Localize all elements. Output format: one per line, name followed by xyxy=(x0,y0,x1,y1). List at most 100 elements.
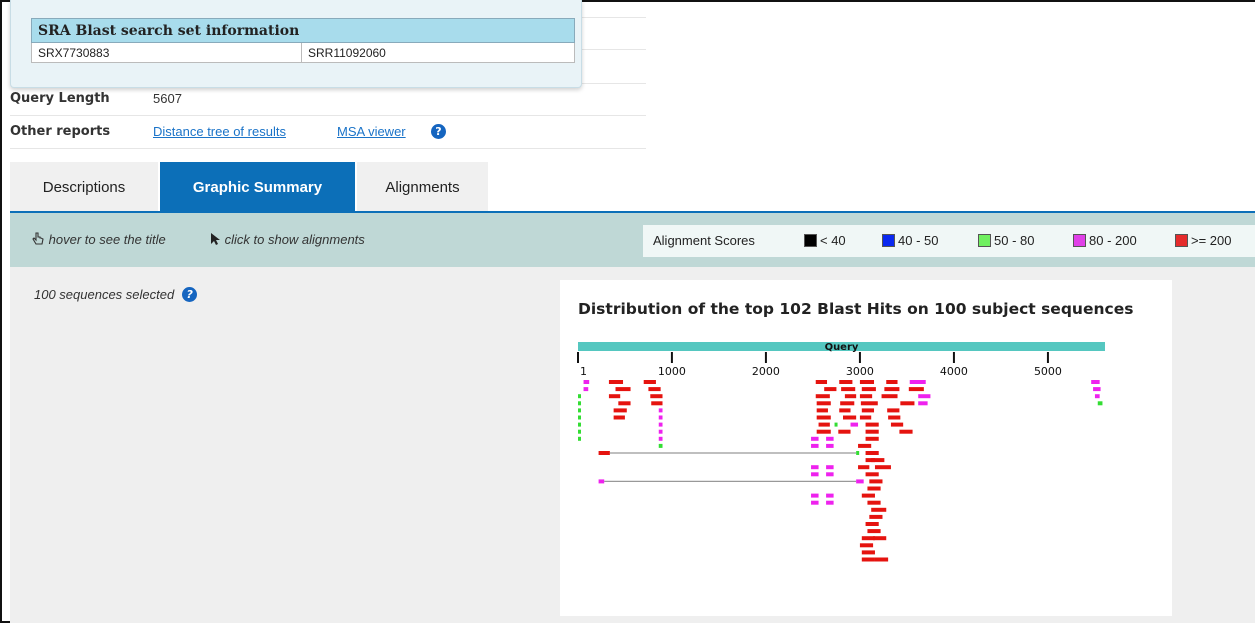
hit-segment xyxy=(643,380,656,384)
hit-segment xyxy=(834,422,838,427)
hover-hint-text: hover to see the title xyxy=(48,232,166,247)
hit-segment xyxy=(811,500,819,505)
legend-item-lt40: < 40 xyxy=(804,233,846,248)
hit-segment xyxy=(908,387,924,392)
hit-segment xyxy=(578,429,581,434)
hit-segment xyxy=(658,436,663,441)
hit-segment xyxy=(858,465,870,470)
hit-segment xyxy=(608,394,621,399)
hit-segment xyxy=(865,451,879,455)
hit-segment xyxy=(615,387,631,392)
hit-segment xyxy=(861,550,875,555)
other-reports-label: Other reports xyxy=(10,124,111,139)
help-icon[interactable]: ? xyxy=(182,287,198,302)
hit-segment xyxy=(658,415,663,420)
hit-segment xyxy=(918,401,928,406)
hit-segment xyxy=(900,401,915,406)
msa-viewer-link[interactable]: MSA viewer xyxy=(337,124,406,139)
tab-graphic-summary[interactable]: Graphic Summary xyxy=(160,162,355,212)
hit-segment xyxy=(650,394,663,399)
hit-segment xyxy=(869,514,883,519)
hit-segment xyxy=(861,408,875,413)
hit-segment xyxy=(867,500,881,505)
hit-segment xyxy=(865,422,879,427)
divider xyxy=(10,115,646,116)
hit-segment xyxy=(861,493,875,498)
hit-segment xyxy=(1093,387,1101,392)
hit-segment xyxy=(841,387,856,392)
hit-segment xyxy=(859,380,875,384)
hit-segment xyxy=(826,472,834,477)
hit-segment xyxy=(858,443,872,448)
hit-segment xyxy=(850,422,859,427)
selection-status: 100 sequences selected ? xyxy=(34,287,198,302)
hit-segment xyxy=(816,429,831,434)
hit-segment xyxy=(816,401,831,406)
hit-segment xyxy=(899,429,913,434)
hit-segment xyxy=(815,394,830,399)
hit-segment xyxy=(887,408,900,413)
legend-swatch xyxy=(1175,234,1188,247)
hit-segment xyxy=(816,415,831,420)
hit-segment xyxy=(865,522,879,526)
hit-segment xyxy=(578,415,581,420)
hit-segment xyxy=(840,401,855,406)
hit-segment xyxy=(873,536,887,541)
hit-segment xyxy=(578,422,581,427)
graphic-title: Distribution of the top 102 Blast Hits o… xyxy=(578,300,1134,318)
hit-segment xyxy=(861,557,875,562)
hit-segment xyxy=(1094,394,1100,399)
axis-tick-label: 3000 xyxy=(846,365,874,378)
hit-segment xyxy=(815,380,828,384)
hit-segment xyxy=(859,543,874,548)
hit-segment xyxy=(811,493,819,498)
hit-segment xyxy=(811,465,819,470)
distance-tree-link[interactable]: Distance tree of results xyxy=(153,124,286,139)
hit-segment xyxy=(583,380,590,384)
legend-swatch xyxy=(978,234,991,247)
hit-segment xyxy=(886,380,898,384)
query-label: Query xyxy=(825,342,859,353)
hit-segment xyxy=(844,394,857,399)
query-length-value: 5607 xyxy=(153,91,182,106)
hit-segment xyxy=(826,443,834,448)
hit-segment xyxy=(909,380,926,384)
hit-segment xyxy=(613,415,625,420)
hit-segment xyxy=(658,443,663,448)
hit-segment xyxy=(598,451,610,455)
legend-item-50-80: 50 - 80 xyxy=(978,233,1034,248)
sra-experiment-id: SRX7730883 xyxy=(31,42,302,63)
click-hint-text: click to show alignments xyxy=(224,232,365,247)
tab-descriptions[interactable]: Descriptions xyxy=(10,162,158,212)
hit-segment xyxy=(859,415,872,420)
hit-segment xyxy=(869,479,883,484)
legend-label: >= 200 xyxy=(1191,233,1232,248)
hit-segment xyxy=(578,408,581,413)
hit-segment xyxy=(578,436,581,441)
sra-run-id: SRR11092060 xyxy=(301,42,575,63)
query-length-label: Query Length xyxy=(10,91,110,106)
hit-segment xyxy=(826,465,834,470)
selected-count-text: 100 sequences selected xyxy=(34,287,175,302)
divider xyxy=(10,148,646,149)
cursor-arrow-icon xyxy=(211,233,220,245)
hit-segment xyxy=(651,401,663,406)
blast-hits-map[interactable]: Query 1 1000 2000 3000 4000 5000 xyxy=(560,330,1160,616)
help-icon[interactable]: ? xyxy=(431,122,446,140)
hit-segment xyxy=(811,472,819,477)
hit-segment xyxy=(861,536,875,541)
hand-pointer-icon xyxy=(32,232,44,245)
legend-item-80-200: 80 - 200 xyxy=(1073,233,1137,248)
hit-segment xyxy=(1097,401,1103,406)
hit-segment xyxy=(865,436,879,441)
hit-segment xyxy=(843,415,857,420)
hit-segment xyxy=(881,394,898,399)
hit-segment xyxy=(578,394,581,399)
hit-segment xyxy=(578,401,581,406)
hit-segment xyxy=(865,472,879,477)
tab-alignments[interactable]: Alignments xyxy=(357,162,488,212)
legend-item-40-50: 40 - 50 xyxy=(882,233,938,248)
axis-tick-label: 1000 xyxy=(658,365,686,378)
hit-segment xyxy=(839,408,851,413)
hit-segment xyxy=(874,557,889,562)
